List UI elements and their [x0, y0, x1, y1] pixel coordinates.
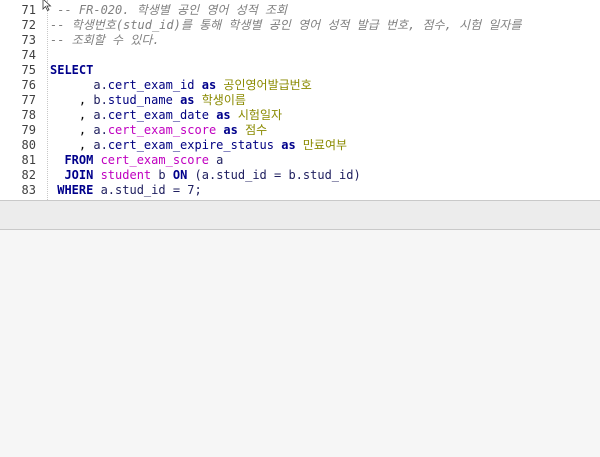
code-token: a.stud_id = 7; — [93, 183, 202, 197]
code-token: -- FR-020. 학생별 공인 영어 성적 조회 — [50, 3, 288, 17]
code-token: ON — [172, 168, 188, 182]
line-number: 82 — [21, 168, 36, 182]
code-token: -- 조회할 수 있다. — [50, 33, 160, 47]
code-token: as — [201, 78, 217, 92]
line-number: 74 — [21, 48, 36, 62]
code-line[interactable]: 75 SELECT — [0, 63, 600, 78]
code-line[interactable]: 71 -- FR-020. 학생별 공인 영어 성적 조회 — [0, 3, 600, 18]
pane-splitter[interactable] — [0, 200, 600, 230]
line-number: 73 — [21, 33, 36, 47]
line-number: 83 — [21, 183, 36, 197]
mouse-pointer-icon — [42, 0, 52, 11]
line-number: 76 — [21, 78, 36, 92]
code-line[interactable]: 73 -- 조회할 수 있다. — [0, 33, 600, 48]
code-text: , a.cert_exam_expire_status as 만료여부 — [50, 138, 347, 153]
code-token: 만료여부 — [295, 138, 348, 152]
sql-editor[interactable]: 71 -- FR-020. 학생별 공인 영어 성적 조회 72 -- 학생번호(s… — [0, 0, 600, 200]
code-token: a. — [93, 108, 108, 122]
code-line[interactable]: 78 , a.cert_exam_date as 시험일자 — [0, 108, 600, 123]
code-line[interactable]: 81 FROM cert_exam_score a — [0, 153, 600, 168]
code-token: , — [50, 93, 94, 107]
code-line[interactable]: 72 -- 학생번호(stud_id)를 통해 학생별 공인 영어 성적 발급 번… — [0, 18, 600, 33]
code-token: -- 학생번호(stud_id)를 통해 학생별 공인 영어 성적 발급 번호,… — [50, 18, 522, 32]
code-text: , a.cert_exam_date as 시험일자 — [50, 108, 282, 123]
line-number: 75 — [21, 63, 36, 77]
code-token: cert_exam_score — [107, 123, 217, 137]
code-token: as — [180, 93, 195, 107]
code-line[interactable]: 79 , a.cert_exam_score as 점수 — [0, 123, 600, 138]
code-text: a.cert_exam_id as 공인영어발급번호 — [50, 78, 312, 93]
code-text: SELECT — [50, 63, 93, 78]
code-token: a. — [50, 78, 108, 92]
code-text: -- 조회할 수 있다. — [50, 33, 160, 48]
code-token: WHERE — [57, 183, 94, 197]
code-token: 학생이름 — [194, 93, 246, 107]
code-token: , — [50, 138, 94, 152]
code-token: a — [208, 153, 224, 167]
code-token: cert_exam_id — [107, 78, 195, 92]
line-number: 77 — [21, 93, 36, 107]
code-token: 시험일자 — [230, 108, 283, 122]
code-text: -- FR-020. 학생별 공인 영어 성적 조회 — [50, 3, 287, 18]
code-token: cert_exam_expire_status — [107, 138, 274, 152]
code-token: b. — [93, 93, 108, 107]
code-text: JOIN student b ON (a.stud_id = b.stud_id… — [50, 168, 361, 183]
code-line[interactable]: 77 , b.stud_name as 학생이름 — [0, 93, 600, 108]
code-token: 점수 — [237, 123, 268, 137]
code-token: JOIN — [64, 168, 94, 182]
line-number: 72 — [21, 18, 36, 32]
line-number: 81 — [21, 153, 36, 167]
code-text: FROM cert_exam_score a — [50, 153, 223, 168]
line-number: 78 — [21, 108, 36, 122]
code-token: cert_exam_score — [93, 153, 209, 167]
code-text: , b.stud_name as 학생이름 — [50, 93, 246, 108]
code-token: FROM — [64, 153, 94, 167]
code-token: SELECT — [50, 63, 94, 77]
results-pane — [0, 230, 600, 457]
code-line[interactable]: 82 JOIN student b ON (a.stud_id = b.stud… — [0, 168, 600, 183]
code-token: , — [50, 108, 94, 122]
code-text: , a.cert_exam_score as 점수 — [50, 123, 267, 138]
code-text: WHERE a.stud_id = 7; — [50, 183, 202, 198]
code-token: cert_exam_date — [107, 108, 209, 122]
code-token: 공인영어발급번호 — [216, 78, 312, 92]
line-number: 79 — [21, 123, 36, 137]
code-token: (a.stud_id = b.stud_id) — [187, 168, 361, 182]
code-token: , — [50, 123, 94, 137]
code-token: b — [151, 168, 173, 182]
code-line[interactable]: 74 — [0, 48, 600, 63]
code-text: -- 학생번호(stud_id)를 통해 학생별 공인 영어 성적 발급 번호,… — [50, 18, 521, 33]
code-token: as — [281, 138, 296, 152]
code-token: stud_name — [107, 93, 173, 107]
line-number: 80 — [21, 138, 36, 152]
code-token: student — [93, 168, 152, 182]
code-token: a. — [93, 138, 108, 152]
code-line[interactable]: 76 a.cert_exam_id as 공인영어발급번호 — [0, 78, 600, 93]
code-token: as — [223, 123, 238, 137]
code-token: as — [216, 108, 231, 122]
line-number: 71 — [21, 3, 36, 17]
code-line[interactable]: 83 WHERE a.stud_id = 7; — [0, 183, 600, 198]
code-token: a. — [93, 123, 108, 137]
code-line[interactable]: 80 , a.cert_exam_expire_status as 만료여부 — [0, 138, 600, 153]
